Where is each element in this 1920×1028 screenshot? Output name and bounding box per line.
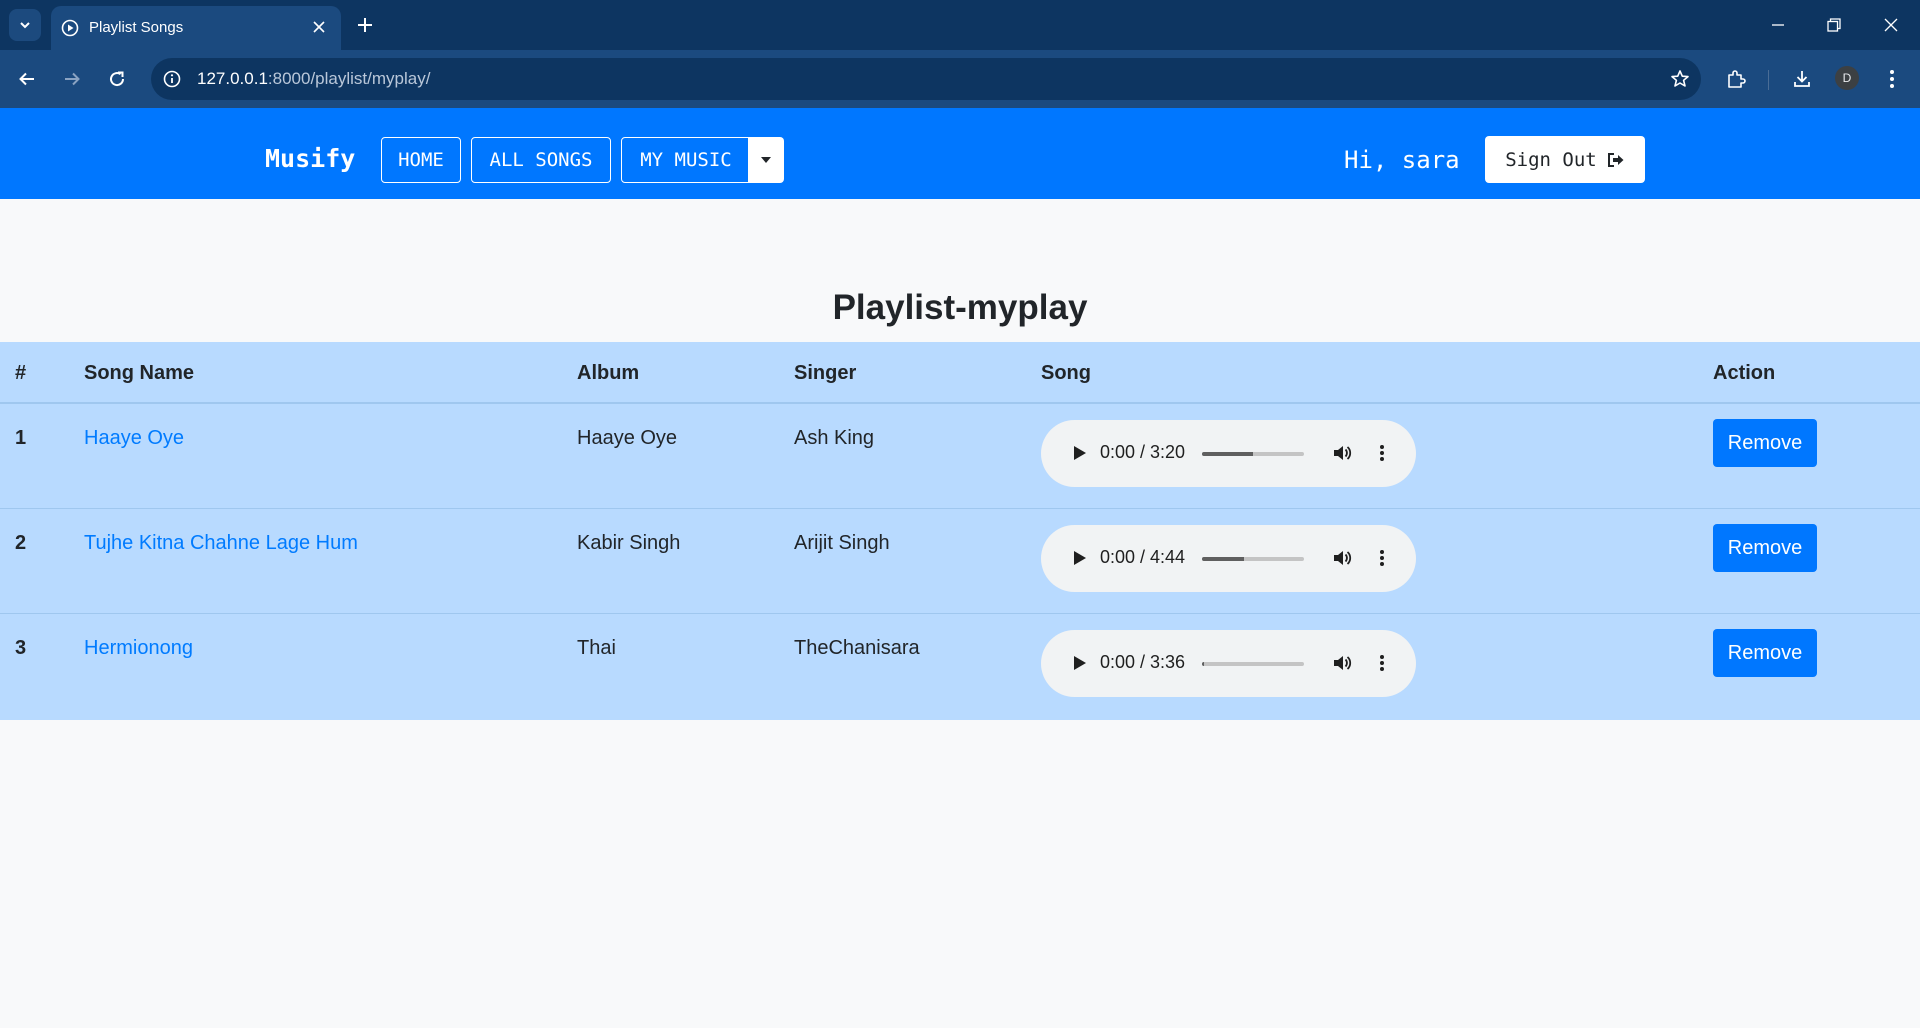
address-bar[interactable]: 127.0.0.1:8000/playlist/myplay/ (151, 58, 1701, 100)
row-number: 3 (15, 637, 27, 659)
chevron-down-icon (20, 22, 30, 29)
col-header-action: Action (1713, 362, 1776, 384)
singer-name: Arijit Singh (794, 532, 890, 554)
audio-player: 0:00 / 4:44 (1041, 525, 1416, 592)
back-icon (19, 72, 34, 86)
singer-name: TheChanisara (794, 637, 920, 659)
play-circle-icon (61, 19, 79, 37)
restore-icon (1827, 18, 1841, 32)
toolbar-divider (1768, 70, 1769, 90)
minimize-icon (1772, 24, 1784, 26)
audio-progress-slider[interactable] (1202, 557, 1304, 561)
forward-button[interactable] (56, 63, 88, 95)
audio-progress-fill (1202, 662, 1205, 666)
table-row: 2 Tujhe Kitna Chahne Lage Hum Kabir Sing… (0, 509, 1920, 614)
song-name-link[interactable]: Tujhe Kitna Chahne Lage Hum (84, 532, 358, 555)
audio-progress-slider[interactable] (1202, 662, 1304, 666)
active-tab[interactable]: Playlist Songs (51, 6, 341, 50)
playlist-table: # Song Name Album Singer Song Action 1 H… (0, 342, 1920, 720)
play-icon[interactable] (1069, 652, 1091, 674)
col-header-number: # (15, 362, 27, 384)
audio-time: 0:00 / 3:20 (1100, 442, 1186, 462)
album-name: Kabir Singh (577, 532, 681, 554)
caret-down-icon (761, 157, 771, 163)
tab-search-button[interactable] (9, 9, 41, 41)
reload-button[interactable] (101, 63, 133, 95)
page-title: Playlist-myplay (832, 288, 1088, 327)
extensions-icon[interactable] (1721, 64, 1751, 94)
audio-progress-slider[interactable] (1202, 452, 1304, 456)
song-name-link[interactable]: Hermionong (84, 637, 193, 660)
new-tab-button[interactable] (352, 12, 378, 38)
remove-button[interactable]: Remove (1713, 524, 1817, 572)
col-header-song: Song (1041, 362, 1091, 384)
col-header-song-name: Song Name (84, 362, 195, 384)
browser-tabstrip: Playlist Songs (0, 0, 1920, 50)
audio-player: 0:00 / 3:20 (1041, 420, 1416, 487)
url-text[interactable]: 127.0.0.1:8000/playlist/myplay/ (197, 69, 430, 89)
url-path: :8000/playlist/myplay/ (267, 69, 431, 88)
nav-my-music-button[interactable]: MY MUSIC (621, 137, 751, 183)
audio-more-icon[interactable] (1370, 441, 1394, 465)
my-music-dropdown-toggle[interactable] (748, 137, 784, 183)
table-row: 1 Haaye Oye Haaye Oye Ash King 0:00 / 3:… (0, 404, 1920, 509)
audio-progress-fill (1202, 452, 1253, 456)
audio-time: 0:00 / 4:44 (1100, 547, 1186, 567)
audio-more-icon[interactable] (1370, 546, 1394, 570)
album-name: Thai (577, 637, 616, 659)
close-tab-icon[interactable] (309, 17, 329, 37)
tab-title: Playlist Songs (89, 19, 184, 36)
album-name: Haaye Oye (577, 427, 678, 449)
minimize-button[interactable] (1763, 10, 1793, 40)
user-greeting: Hi, sara (1344, 146, 1460, 174)
volume-icon[interactable] (1330, 546, 1354, 570)
forward-icon (65, 72, 80, 86)
audio-more-icon[interactable] (1370, 651, 1394, 675)
col-header-singer: Singer (794, 362, 857, 384)
singer-name: Ash King (794, 427, 875, 449)
reload-icon (110, 71, 125, 87)
row-number: 1 (15, 427, 27, 449)
url-host: 127.0.0.1 (197, 69, 268, 88)
remove-button[interactable]: Remove (1713, 629, 1817, 677)
remove-button[interactable]: Remove (1713, 419, 1817, 467)
close-window-button[interactable] (1876, 10, 1906, 40)
nav-home-button[interactable]: HOME (381, 137, 461, 183)
play-icon[interactable] (1069, 442, 1091, 464)
download-icon[interactable] (1787, 64, 1817, 94)
audio-player: 0:00 / 3:36 (1041, 630, 1416, 697)
restore-button[interactable] (1819, 10, 1849, 40)
row-number: 2 (15, 532, 27, 554)
volume-icon[interactable] (1330, 441, 1354, 465)
brand-logo[interactable]: Musify (265, 144, 355, 173)
kebab-icon[interactable] (1877, 64, 1907, 94)
star-icon[interactable] (1669, 68, 1691, 90)
profile-avatar[interactable]: D (1835, 66, 1859, 90)
play-icon[interactable] (1069, 547, 1091, 569)
nav-all-songs-button[interactable]: ALL SONGS (471, 137, 611, 183)
audio-time: 0:00 / 3:36 (1100, 652, 1186, 672)
sign-out-icon (1607, 152, 1624, 167)
close-icon (1884, 18, 1898, 32)
col-header-album: Album (577, 362, 640, 384)
audio-progress-fill (1202, 557, 1244, 561)
back-button[interactable] (11, 63, 43, 95)
app-navbar: Musify HOME ALL SONGS MY MUSIC Hi, sara … (0, 108, 1920, 199)
info-icon[interactable] (161, 68, 183, 90)
table-row: 3 Hermionong Thai TheChanisara 0:00 / 3:… (0, 614, 1920, 719)
song-name-link[interactable]: Haaye Oye (84, 427, 184, 450)
plus-icon (358, 18, 372, 32)
volume-icon[interactable] (1330, 651, 1354, 675)
sign-out-label: Sign Out (1505, 148, 1597, 171)
table-header: # Song Name Album Singer Song Action (0, 342, 1920, 404)
browser-toolbar: 127.0.0.1:8000/playlist/myplay/ (0, 50, 1920, 108)
sign-out-button[interactable]: Sign Out (1485, 136, 1645, 183)
